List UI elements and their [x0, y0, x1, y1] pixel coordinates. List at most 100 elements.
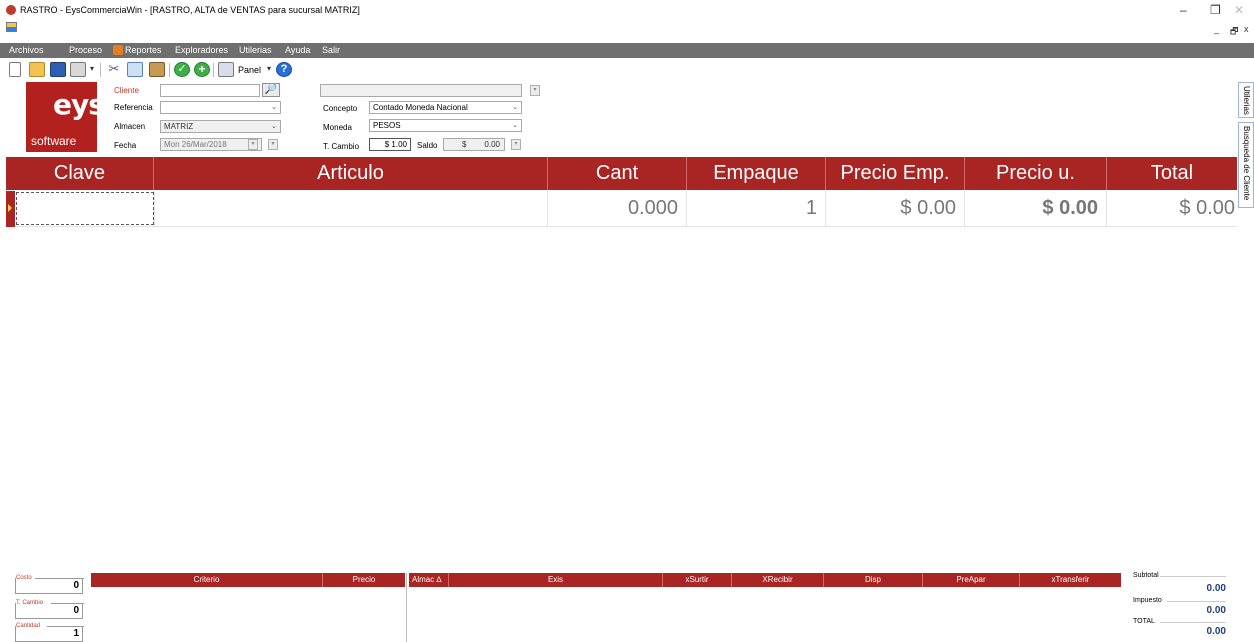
menu-ayuda[interactable]: Ayuda [285, 45, 310, 55]
cell-precio-u[interactable]: $ 0.00 [965, 191, 1107, 227]
panel-icon[interactable] [218, 62, 234, 77]
column-header-disp[interactable]: Disp [824, 573, 923, 587]
menu-salir[interactable]: Salir [322, 45, 340, 55]
grid-header: Clave Articulo Cant Empaque Precio Emp. … [6, 157, 1237, 190]
tab-busqueda-cliente[interactable]: Busqueda de Cliente [1238, 122, 1254, 208]
saldo-field: $ 0.00 [443, 138, 505, 151]
cliente-input[interactable] [160, 84, 260, 97]
cell-clave[interactable] [16, 192, 154, 225]
column-header-almac[interactable]: Almac ∆ [409, 573, 449, 587]
tab-utilerias[interactable]: Utilerias [1238, 82, 1254, 118]
minimize-button[interactable]: – [1180, 3, 1187, 17]
panel-dropdown-icon[interactable]: ▾ [267, 64, 271, 73]
row-indicator [6, 191, 15, 227]
accept-icon[interactable]: ✓ [174, 62, 190, 77]
save-icon[interactable] [50, 62, 66, 77]
cut-icon[interactable]: ✂ [106, 62, 122, 77]
cell-precio-emp[interactable]: $ 0.00 [826, 191, 965, 227]
cell-cant[interactable]: 0.000 [548, 191, 687, 227]
saldo-currency: $ [462, 140, 467, 149]
table-row[interactable]: 0.000 1 $ 0.00 $ 0.00 $ 0.00 [6, 191, 1237, 227]
cell-empaque[interactable]: 1 [687, 191, 826, 227]
fecha-dropdown-icon[interactable]: ▾ [268, 139, 278, 150]
column-header-precio-u[interactable]: Precio u. [965, 157, 1107, 190]
new-document-icon[interactable] [9, 62, 21, 77]
toolbar-separator [213, 63, 214, 77]
calendar-icon[interactable]: ▾ [248, 139, 258, 150]
panel-button[interactable]: Panel [238, 65, 261, 75]
menu-utilerias[interactable]: Utilerias [239, 45, 272, 55]
tab-busqueda-cliente-label: Busqueda de Cliente [1242, 126, 1251, 201]
search-cliente-button[interactable]: 🔎 [262, 83, 280, 97]
saldo-value: 0.00 [484, 140, 500, 149]
column-header-precio[interactable]: Precio [323, 573, 405, 587]
total-value: 0.00 [1206, 626, 1226, 637]
grid-divider [406, 573, 407, 642]
impuesto-border [1167, 601, 1226, 602]
column-header-criterio[interactable]: Criterio [91, 573, 323, 587]
subtotal-label: Subtotal [1133, 572, 1159, 579]
cell-total[interactable]: $ 0.00 [1107, 191, 1237, 227]
subtotal-value: 0.00 [1206, 583, 1226, 594]
mdi-close-button[interactable]: x [1244, 24, 1249, 34]
chevron-down-icon[interactable]: ⌄ [269, 122, 279, 131]
mdi-minimize-button[interactable]: _ [1214, 24, 1219, 34]
tcambio-input[interactable]: $ 1.00 [369, 138, 411, 151]
title-bar: RASTRO - EysCommerciaWin - [RASTRO, ALTA… [0, 0, 1254, 40]
concepto-value: Contado Moneda Nacional [373, 103, 468, 112]
maximize-button[interactable]: ❐ [1210, 3, 1221, 17]
fecha-picker[interactable]: Mon 26/Mar/2018 [160, 138, 262, 151]
menu-bar: Archivos Proceso Reportes Exploradores U… [0, 43, 1254, 58]
impuesto-label: Impuesto [1133, 597, 1162, 604]
close-button[interactable]: ✕ [1234, 3, 1244, 17]
tcambio-bottom-field[interactable]: 0 [15, 603, 83, 619]
column-header-exis[interactable]: Exis [449, 573, 663, 587]
print-dropdown-icon[interactable]: ▾ [90, 64, 94, 73]
column-header-empaque[interactable]: Empaque [687, 157, 826, 190]
open-folder-icon[interactable] [29, 62, 45, 77]
fecha-label: Fecha [114, 141, 137, 150]
document-icon[interactable] [6, 22, 17, 32]
chevron-down-icon[interactable]: ⌄ [269, 103, 279, 112]
column-header-cant[interactable]: Cant [548, 157, 687, 190]
total-label: TOTAL [1133, 618, 1155, 625]
chevron-down-icon[interactable]: ⌄ [510, 121, 520, 130]
search-icon: 🔎 [264, 84, 278, 95]
menu-reportes[interactable]: Reportes [125, 45, 162, 55]
column-header-preapar[interactable]: PreApar [923, 573, 1020, 587]
copy-icon[interactable] [127, 62, 143, 77]
cantidad-field[interactable]: 1 [15, 626, 83, 642]
column-header-precio-emp[interactable]: Precio Emp. [826, 157, 965, 190]
column-header-clave[interactable]: Clave [6, 157, 154, 190]
saldo-dropdown-icon[interactable]: ▾ [511, 139, 521, 150]
menu-archivos[interactable]: Archivos [9, 45, 44, 55]
fecha-value: Mon 26/Mar/2018 [164, 140, 227, 149]
concepto-label: Concepto [323, 104, 358, 113]
add-icon[interactable]: + [194, 62, 210, 77]
costo-field[interactable]: 0 [15, 578, 83, 594]
paste-icon[interactable] [149, 62, 165, 77]
almacen-select[interactable]: MATRIZ ⌄ [160, 120, 281, 133]
menu-proceso[interactable]: Proceso [69, 45, 102, 55]
column-header-xsurtir[interactable]: xSurtir [663, 573, 732, 587]
current-row-arrow-icon [8, 204, 12, 212]
toolbar: ▾ ✂ ✓ + Panel ▾ ? [0, 60, 1254, 80]
chevron-down-icon[interactable]: ⌄ [510, 103, 520, 112]
column-header-articulo[interactable]: Articulo [154, 157, 548, 190]
moneda-select[interactable]: PESOS ⌄ [369, 119, 522, 132]
referencia-select[interactable]: ⌄ [160, 101, 281, 114]
moneda-label: Moneda [323, 123, 352, 132]
cliente-dropdown-icon[interactable]: ▾ [530, 85, 540, 96]
mdi-restore-button[interactable]: 🗗 [1230, 24, 1238, 40]
column-header-xrecibir[interactable]: XRecibir [732, 573, 824, 587]
tcambio-label: T. Cambio [323, 142, 360, 151]
print-icon[interactable] [70, 62, 86, 77]
concepto-select[interactable]: Contado Moneda Nacional ⌄ [369, 101, 522, 114]
column-header-xtransferir[interactable]: xTransferir [1020, 573, 1121, 587]
saldo-label: Saldo [417, 141, 438, 150]
help-icon[interactable]: ? [276, 62, 292, 77]
menu-exploradores[interactable]: Exploradores [175, 45, 228, 55]
column-header-total[interactable]: Total [1107, 157, 1237, 190]
cell-articulo[interactable] [154, 191, 548, 227]
total-border [1160, 622, 1226, 623]
